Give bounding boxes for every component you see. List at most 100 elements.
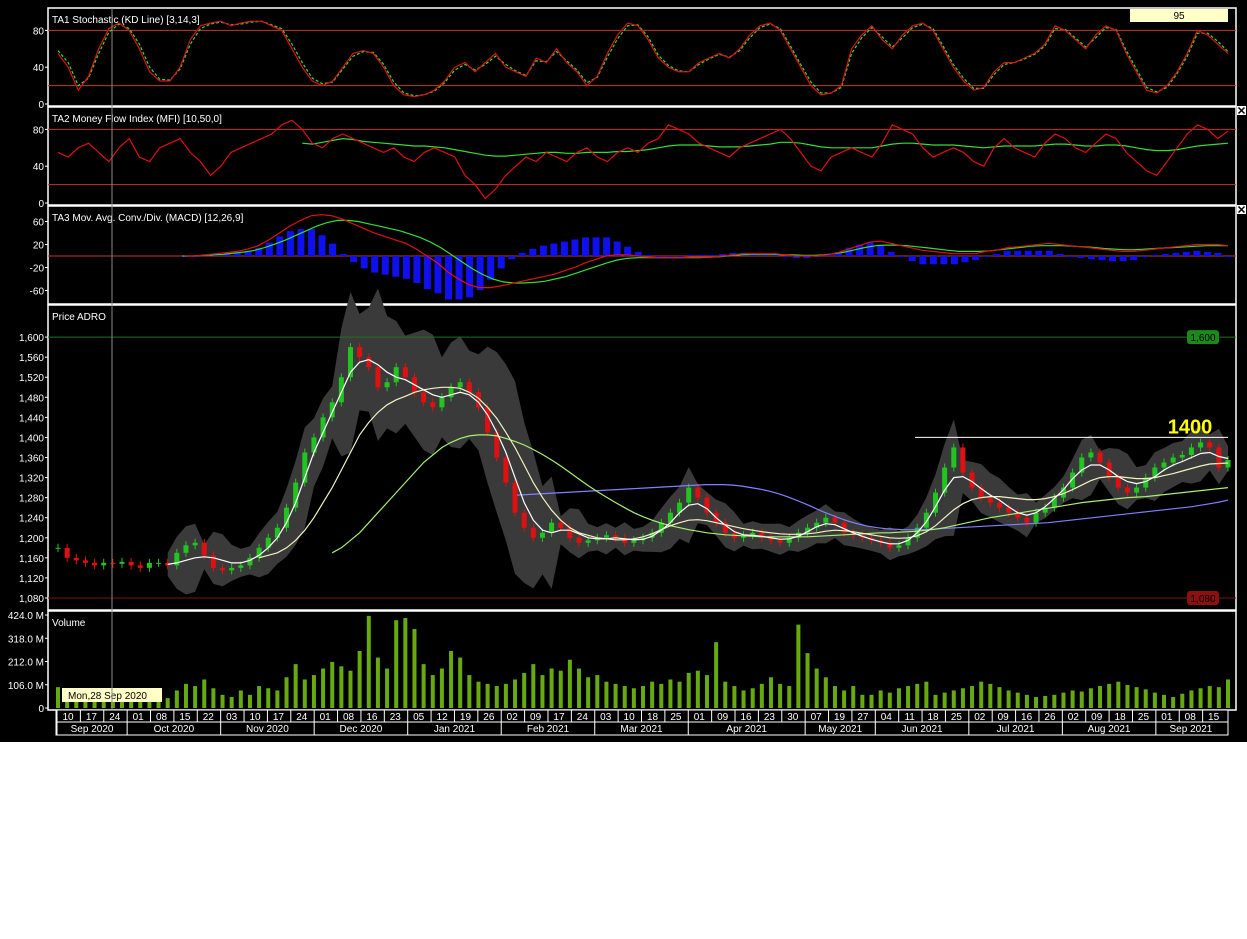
macd-histogram-bar [1182, 251, 1190, 256]
x-axis-day-label: 04 [881, 712, 893, 723]
macd-histogram-bar [708, 254, 716, 256]
volume-bar [970, 686, 975, 708]
volume-bar [266, 688, 271, 708]
candle-body [942, 467, 948, 493]
x-axis-day-label: 26 [1044, 712, 1056, 723]
macd-line [184, 213, 1229, 289]
candle-body [201, 542, 207, 556]
y-tick-label: 60 [33, 218, 45, 229]
volume-bar [896, 688, 901, 708]
volume-bar [686, 672, 691, 708]
candle-body [832, 517, 838, 523]
y-tick-label: 212.0 M [8, 658, 44, 669]
volume-bar [558, 670, 563, 708]
volume-bar [924, 681, 929, 708]
x-axis-day-label: 17 [273, 712, 285, 723]
panel-border-2 [47, 106, 1237, 206]
macd-histogram-bar [1056, 253, 1064, 256]
volume-bar [1088, 688, 1093, 708]
volume-bar [631, 688, 636, 708]
close-icon[interactable] [1237, 106, 1246, 115]
chart-area: TA1 Stochastic (KD Line) [3,14,3] 80 40 0 95… [0, 0, 1247, 742]
volume-bar [302, 679, 307, 708]
volume-bar [293, 664, 298, 708]
macd-histogram-bar [1035, 250, 1043, 256]
candle-body [1124, 487, 1130, 493]
macd-histogram-bar [350, 256, 358, 263]
candle-body [1207, 442, 1213, 448]
x-axis-month-label: Feb 2021 [527, 724, 570, 735]
volume-bar [366, 615, 371, 708]
x-axis-day-label: 01 [133, 712, 145, 723]
x-axis-day-label: 25 [1138, 712, 1150, 723]
x-axis-day-label: 05 [413, 712, 425, 723]
volume-bar [595, 675, 600, 708]
y-tick-label: 40 [33, 162, 45, 173]
volume-bar [1034, 697, 1039, 708]
macd-histogram-bar [676, 256, 684, 257]
candle-body [274, 527, 280, 538]
candle-body [1134, 487, 1140, 493]
x-axis-day-label: 16 [740, 712, 752, 723]
volume-bar [330, 661, 335, 708]
macd-histogram-bar [381, 256, 389, 275]
volume-bar [577, 668, 582, 708]
x-axis-month-label: Aug 2021 [1088, 724, 1131, 735]
y-tick-label: 1,200 [19, 534, 44, 545]
volume-bar [814, 668, 819, 708]
volume-bar [531, 664, 536, 708]
volume-bar [513, 679, 518, 708]
volume-bar [1152, 692, 1157, 708]
y-tick-label: 1,120 [19, 574, 44, 585]
candle-body [1115, 477, 1121, 488]
x-axis-day-label: 18 [927, 712, 939, 723]
volume-bar [768, 677, 773, 708]
candle-body [960, 447, 966, 473]
y-tick-label: 0 [38, 704, 44, 715]
panel-title: TA1 Stochastic (KD Line) [3,14,3] [52, 15, 200, 26]
candle-body [777, 540, 783, 543]
volume-bar [1107, 683, 1112, 708]
y-tick-label: 1,600 [19, 333, 44, 344]
close-icon[interactable] [1237, 205, 1246, 214]
candle-body [996, 502, 1002, 508]
macd-histogram-bar [466, 256, 474, 298]
candle-body [375, 367, 381, 388]
macd-histogram-bar [1225, 256, 1232, 257]
y-tick-label: 1,080 [19, 594, 44, 605]
x-axis-day-label: 01 [1161, 712, 1173, 723]
candle-body [549, 522, 555, 533]
volume-bar [878, 690, 883, 708]
volume-bar [759, 683, 764, 708]
volume-bar [823, 677, 828, 708]
candle-body [466, 382, 472, 393]
x-axis-month-label: Apr 2021 [726, 724, 767, 735]
x-axis-day-label: 22 [203, 712, 215, 723]
y-tick-label: 80 [33, 26, 45, 37]
macd-histogram-bar [887, 251, 895, 256]
macd-histogram-bar [360, 256, 368, 269]
x-axis-day-label: 16 [366, 712, 378, 723]
x-axis-day-label: 15 [179, 712, 191, 723]
macd-histogram-bar [529, 248, 537, 256]
macd-histogram-bar [307, 229, 315, 256]
volume-bar [494, 686, 499, 708]
macd-histogram-bar [666, 256, 674, 257]
y-tick-label: -20 [30, 264, 45, 275]
volume-bar [1143, 689, 1148, 708]
candle-body [923, 512, 929, 528]
macd-histogram-bar [950, 256, 958, 265]
volume-bar [659, 683, 664, 708]
volume-bar [1043, 695, 1048, 708]
x-axis-day-label: 07 [811, 712, 823, 723]
macd-histogram-bar [423, 256, 431, 290]
x-axis-month-label: Dec 2020 [340, 724, 383, 735]
volume-bar [951, 690, 956, 708]
volume-bar [229, 697, 234, 708]
x-axis-day-label: 19 [460, 712, 472, 723]
volume-bar [997, 687, 1002, 708]
volume-bar [357, 650, 362, 708]
volume-bar [1180, 693, 1185, 708]
macd-histogram-bar [571, 239, 579, 256]
macd-histogram-bar [940, 256, 948, 265]
